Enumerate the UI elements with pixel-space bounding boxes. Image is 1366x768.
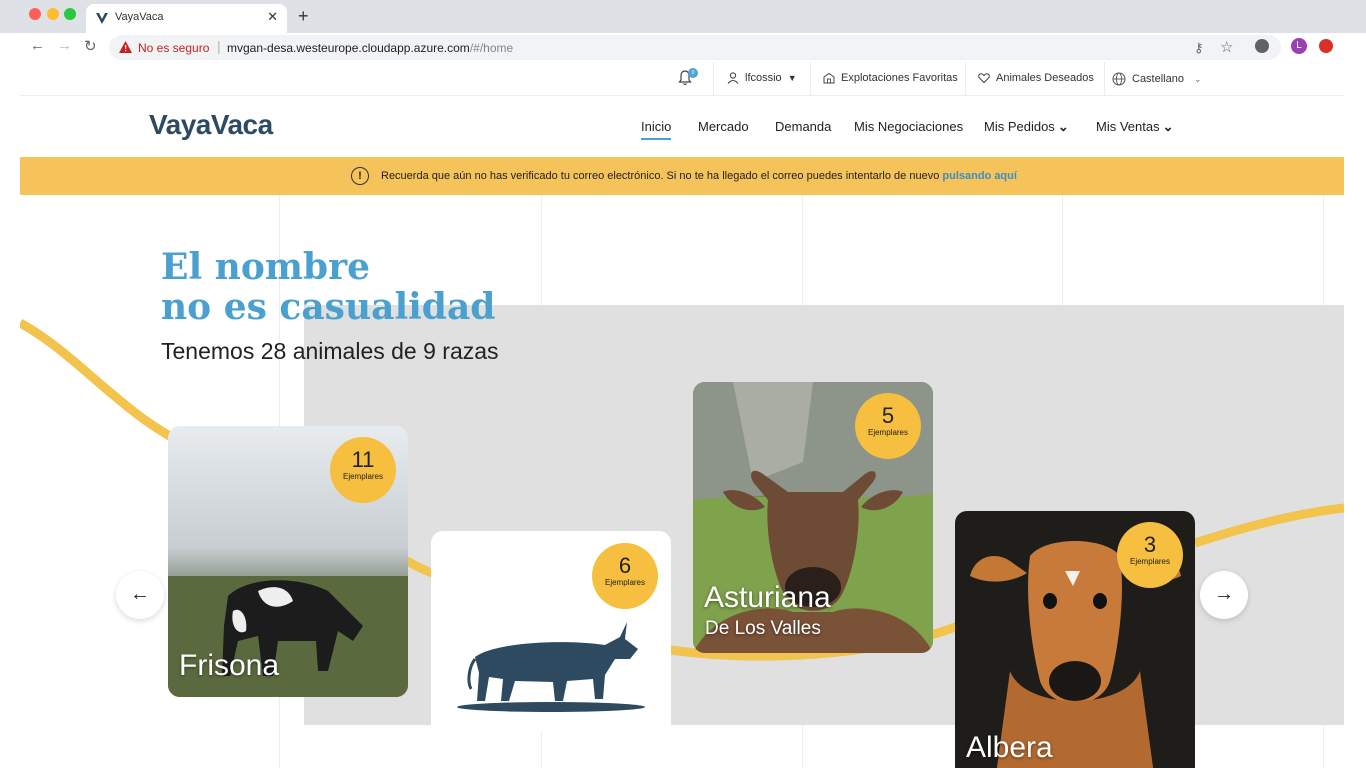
count-label: Ejemplares: [1129, 557, 1170, 566]
divider: [810, 62, 811, 96]
chevron-down-icon: ▼: [787, 73, 797, 83]
key-icon[interactable]: ⚷: [1194, 40, 1204, 56]
hero-title-line2: no es casualidad: [161, 286, 496, 328]
banner-message: Recuerda que aún no has verificado tu co…: [381, 170, 1017, 182]
count-number: 5: [881, 403, 895, 428]
nav-item-demanda[interactable]: Demanda: [775, 119, 831, 134]
count-number: 11: [351, 447, 375, 472]
count-number: 3: [1143, 532, 1157, 557]
extension-puzzle-icon[interactable]: [1255, 39, 1269, 53]
count-label: Ejemplares: [604, 578, 645, 587]
count-badge: 5 Ejemplares: [855, 393, 921, 459]
reload-icon[interactable]: ↻: [84, 37, 97, 55]
count-label: Ejemplares: [867, 428, 908, 437]
language-selector[interactable]: Castellano ⌄: [1112, 72, 1202, 86]
new-tab-icon[interactable]: +: [298, 6, 309, 27]
banner-text: Recuerda que aún no has verificado tu co…: [381, 170, 940, 182]
divider: [1104, 62, 1105, 96]
globe-icon: [1112, 72, 1126, 86]
hero-title: El nombre no es casualidad: [161, 247, 495, 327]
url-text[interactable]: mvgan-desa.westeurope.cloudapp.azure.com…: [227, 41, 513, 55]
nav-item-mis-pedidos[interactable]: Mis Pedidos ⌄: [984, 119, 1069, 135]
arrow-right-icon: →: [1214, 583, 1234, 605]
arrow-left-icon: ←: [130, 583, 150, 605]
divider: [965, 62, 966, 96]
user-icon: [727, 72, 739, 84]
count-badge: 6 Ejemplares: [592, 543, 658, 609]
email-verification-banner: ! Recuerda que aún no has verificado tu …: [20, 157, 1344, 195]
browser-tab[interactable]: VayaVaca ✕: [86, 4, 287, 33]
count-label: Ejemplares: [342, 472, 383, 481]
breed-card-generic[interactable]: 6 Ejemplares: [431, 531, 671, 731]
back-arrow-icon[interactable]: ←: [30, 37, 45, 54]
count-badge: 3 Ejemplares: [1117, 522, 1183, 588]
bookmark-star-icon[interactable]: ☆: [1220, 38, 1233, 56]
resend-verification-link[interactable]: pulsando aquí: [942, 170, 1017, 182]
count-number: 6: [618, 553, 632, 578]
url-separator: |: [217, 38, 221, 54]
bull-silhouette-icon: [457, 622, 645, 712]
url-path: /#/home: [469, 41, 514, 55]
wished-animals-link[interactable]: Animales Deseados: [978, 72, 1094, 84]
breed-subname: De Los Valles: [705, 618, 821, 639]
nav-item-label: Mis Ventas: [1096, 119, 1160, 134]
breed-name: Albera: [966, 731, 1053, 764]
favorite-farms-label: Explotaciones Favoritas: [841, 72, 958, 84]
favorite-farms-link[interactable]: Explotaciones Favoritas: [823, 72, 958, 84]
logo-text: VayaVaca: [149, 109, 273, 140]
breed-card-asturiana[interactable]: 5 Ejemplares Asturiana De Los Valles: [693, 382, 933, 653]
breed-card-albera[interactable]: 3 Ejemplares Albera: [955, 511, 1195, 768]
hero-section: El nombre no es casualidad Tenemos 28 an…: [20, 195, 1344, 768]
forward-arrow-icon[interactable]: →: [57, 37, 72, 54]
user-name: lfcossio: [745, 72, 782, 84]
chevron-down-icon: ⌄: [1162, 119, 1174, 134]
nav-item-mercado[interactable]: Mercado: [698, 119, 749, 134]
not-secure-label[interactable]: No es seguro: [138, 41, 209, 55]
extension-red-icon[interactable]: [1319, 39, 1333, 53]
breed-card-frisona[interactable]: 11 Ejemplares Frisona: [168, 426, 408, 697]
nav-item-inicio[interactable]: Inicio: [641, 119, 672, 140]
user-menu[interactable]: lfcossio ▼: [727, 72, 797, 84]
tab-title: VayaVaca: [115, 11, 164, 23]
carousel-next-button[interactable]: →: [1200, 571, 1248, 619]
vayavaca-logo[interactable]: VayaVaca: [149, 109, 273, 141]
chevron-down-icon: ⌄: [1193, 73, 1202, 84]
nav-item-mis-ventas[interactable]: Mis Ventas ⌄: [1096, 119, 1174, 135]
address-bar[interactable]: No es seguro | mvgan-desa.westeurope.clo…: [109, 35, 1281, 60]
count-badge: 11 Ejemplares: [330, 437, 396, 503]
breed-name: Frisona: [179, 649, 280, 682]
hero-subtitle: Tenemos 28 animales de 9 razas: [161, 338, 499, 364]
maximize-window-button[interactable]: [64, 8, 76, 20]
notification-badge: 0: [688, 68, 698, 78]
browser-toolbar: ← → ↻ No es seguro | mvgan-desa.westeuro…: [0, 33, 1366, 62]
vayavaca-favicon-icon: [96, 13, 108, 24]
divider: [713, 62, 714, 96]
hero-title-line1: El nombre: [161, 246, 370, 288]
alert-circle-icon: !: [351, 167, 369, 185]
nav-item-label: Mis Pedidos: [984, 119, 1055, 134]
chevron-down-icon: ⌄: [1057, 119, 1069, 134]
profile-avatar[interactable]: L: [1291, 38, 1307, 54]
url-host: mvgan-desa.westeurope.cloudapp.azure.com: [227, 41, 470, 55]
warning-icon: [119, 41, 132, 53]
web-page: 0 lfcossio ▼ Explotaciones Favoritas Ani…: [20, 62, 1344, 768]
heart-icon: [978, 73, 990, 84]
main-navigation: VayaVaca Inicio Mercado Demanda Mis Nego…: [20, 96, 1344, 157]
wished-animals-label: Animales Deseados: [996, 72, 1094, 84]
close-tab-icon[interactable]: ✕: [267, 9, 278, 25]
close-window-button[interactable]: [29, 8, 41, 20]
language-label: Castellano: [1132, 73, 1184, 85]
minimize-window-button[interactable]: [47, 8, 59, 20]
carousel-prev-button[interactable]: ←: [116, 571, 164, 619]
farm-icon: [823, 72, 835, 84]
utility-bar: 0 lfcossio ▼ Explotaciones Favoritas Ani…: [20, 62, 1344, 96]
nav-item-mis-negociaciones[interactable]: Mis Negociaciones: [854, 119, 963, 134]
browser-tab-bar: VayaVaca ✕ +: [0, 0, 1366, 33]
breed-name: Asturiana: [704, 581, 831, 614]
